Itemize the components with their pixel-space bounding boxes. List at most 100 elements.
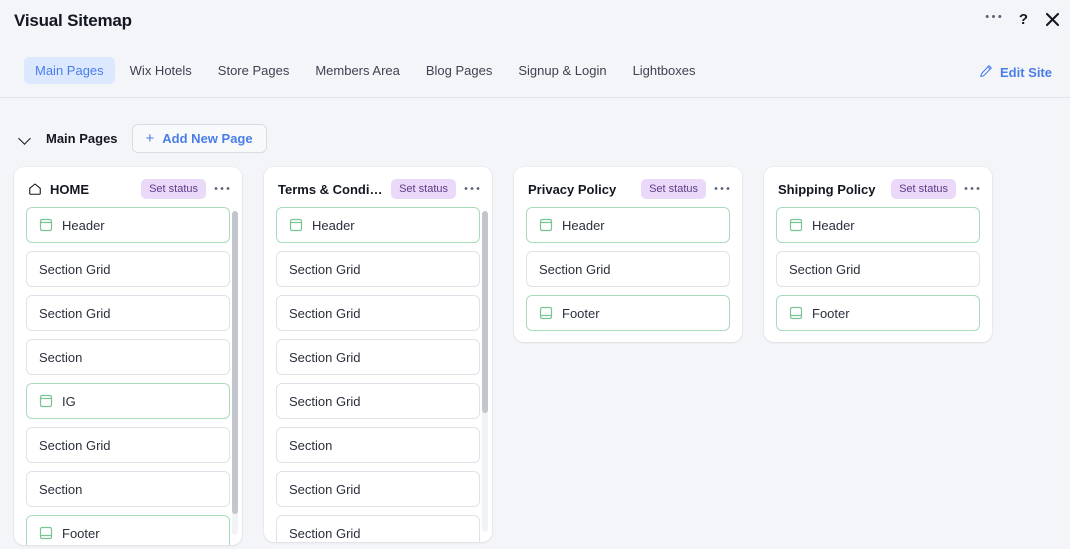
tab-lightboxes[interactable]: Lightboxes — [622, 57, 707, 84]
page-element-item[interactable]: Header — [26, 207, 230, 243]
section-title: Main Pages — [46, 130, 118, 146]
sitemap-card-grid: HOME Set status Header Section Grid Section … — [0, 167, 1070, 549]
page-element-label: Section Grid — [39, 305, 111, 321]
page-card-title: Terms & Conditi... — [278, 181, 384, 197]
page-element-item[interactable]: Section Grid — [276, 515, 480, 542]
page-element-item[interactable]: Footer — [526, 295, 730, 331]
page-element-label: Section Grid — [289, 393, 361, 409]
page-card-title: HOME — [50, 181, 89, 197]
page-element-label: Header — [62, 217, 105, 233]
page-element-label: Section Grid — [289, 305, 361, 321]
page-card-home: HOME Set status Header Section Grid Section … — [14, 167, 242, 545]
header-icon — [789, 218, 803, 232]
page-card-header: Terms & Conditi... Set status — [264, 167, 492, 207]
card-scrollbar-thumb[interactable] — [482, 211, 488, 413]
tab-bar: Main Pages Wix Hotels Store Pages Member… — [0, 46, 1070, 98]
page-element-item[interactable]: Section Grid — [26, 295, 230, 331]
card-scrollbar-thumb[interactable] — [232, 211, 238, 514]
card-scrollbar[interactable] — [482, 211, 488, 532]
tab-store-pages[interactable]: Store Pages — [207, 57, 301, 84]
header-icon — [39, 394, 53, 408]
status-badge[interactable]: Set status — [641, 179, 706, 199]
page-element-label: Header — [312, 217, 355, 233]
card-options-icon[interactable] — [214, 179, 230, 199]
header-icon — [39, 218, 53, 232]
page-card-items: Header Section Grid Footer — [764, 207, 992, 342]
status-badge[interactable]: Set status — [891, 179, 956, 199]
page-element-label: Section — [289, 437, 333, 453]
page-element-label: IG — [62, 393, 76, 409]
status-badge[interactable]: Set status — [391, 179, 456, 199]
footer-icon — [789, 306, 803, 320]
edit-site-button[interactable]: Edit Site — [979, 64, 1052, 81]
close-icon[interactable] — [1045, 12, 1060, 27]
page-element-label: Section Grid — [289, 349, 361, 365]
page-element-label: Section Grid — [39, 437, 111, 453]
visual-sitemap-app: Visual Sitemap ? Main Pages Wix Hotels S… — [0, 0, 1070, 549]
page-card-title: Shipping Policy — [778, 181, 876, 197]
page-title: Visual Sitemap — [14, 11, 132, 30]
page-element-label: Section Grid — [289, 525, 361, 541]
page-element-item[interactable]: Footer — [26, 515, 230, 545]
card-scrollbar[interactable] — [232, 211, 238, 535]
page-element-item[interactable]: Section Grid — [26, 251, 230, 287]
footer-icon — [539, 306, 553, 320]
help-icon[interactable]: ? — [1016, 11, 1031, 27]
page-element-item[interactable]: Section Grid — [26, 427, 230, 463]
page-element-label: Section Grid — [289, 261, 361, 277]
tab-members-area[interactable]: Members Area — [304, 57, 411, 84]
page-element-item[interactable]: Section Grid — [276, 251, 480, 287]
status-badge[interactable]: Set status — [141, 179, 206, 199]
pencil-icon — [979, 64, 993, 81]
page-element-item[interactable]: Section — [26, 471, 230, 507]
page-card-header: HOME Set status — [14, 167, 242, 207]
page-element-label: Footer — [62, 525, 100, 541]
add-new-page-button[interactable]: + Add New Page — [131, 123, 267, 153]
page-element-label: Footer — [812, 305, 850, 321]
page-element-item[interactable]: Section — [26, 339, 230, 375]
tab-list: Main Pages Wix Hotels Store Pages Member… — [24, 57, 706, 84]
page-element-label: Header — [562, 217, 605, 233]
tab-main-pages[interactable]: Main Pages — [24, 57, 115, 84]
page-element-label: Section — [39, 481, 83, 497]
page-element-item[interactable]: Footer — [776, 295, 980, 331]
edit-site-label: Edit Site — [999, 65, 1052, 80]
header-icon — [289, 218, 303, 232]
card-options-icon[interactable] — [964, 179, 980, 199]
card-options-icon[interactable] — [464, 179, 480, 199]
page-card-shipping-policy: Shipping Policy Set status Header Section G… — [764, 167, 992, 342]
page-element-item[interactable]: Header — [526, 207, 730, 243]
page-element-item[interactable]: Header — [776, 207, 980, 243]
page-element-label: Section — [39, 349, 83, 365]
page-element-item[interactable]: Section Grid — [276, 471, 480, 507]
more-options-icon[interactable] — [985, 14, 1002, 24]
plus-icon: + — [145, 129, 155, 147]
page-element-item[interactable]: Section Grid — [276, 383, 480, 419]
page-card-items: Header Section Grid Section Grid Section Gr… — [264, 207, 492, 542]
page-element-item[interactable]: IG — [26, 383, 230, 419]
footer-icon — [39, 526, 53, 540]
page-card-privacy-policy: Privacy Policy Set status Header Section Gr… — [514, 167, 742, 342]
page-card-title: Privacy Policy — [528, 181, 617, 197]
page-element-item[interactable]: Section Grid — [776, 251, 980, 287]
page-element-item[interactable]: Section Grid — [276, 339, 480, 375]
page-element-label: Section Grid — [289, 481, 361, 497]
page-card-header: Shipping Policy Set status — [764, 167, 992, 207]
tab-wix-hotels[interactable]: Wix Hotels — [119, 57, 203, 84]
tab-blog-pages[interactable]: Blog Pages — [415, 57, 504, 84]
page-element-item[interactable]: Header — [276, 207, 480, 243]
tab-signup-login[interactable]: Signup & Login — [507, 57, 617, 84]
page-element-item[interactable]: Section Grid — [526, 251, 730, 287]
chevron-down-icon[interactable] — [18, 131, 32, 145]
page-element-item[interactable]: Section — [276, 427, 480, 463]
page-element-item[interactable]: Section Grid — [276, 295, 480, 331]
page-card-header: Privacy Policy Set status — [514, 167, 742, 207]
page-element-label: Section Grid — [789, 261, 861, 277]
page-card-terms-conditions: Terms & Conditi... Set status Header Sectio… — [264, 167, 492, 542]
page-card-items: Header Section Grid Footer — [514, 207, 742, 342]
card-options-icon[interactable] — [714, 179, 730, 199]
page-element-label: Section Grid — [539, 261, 611, 277]
window-actions: ? — [985, 11, 1060, 27]
page-element-label: Header — [812, 217, 855, 233]
home-icon — [28, 182, 42, 196]
